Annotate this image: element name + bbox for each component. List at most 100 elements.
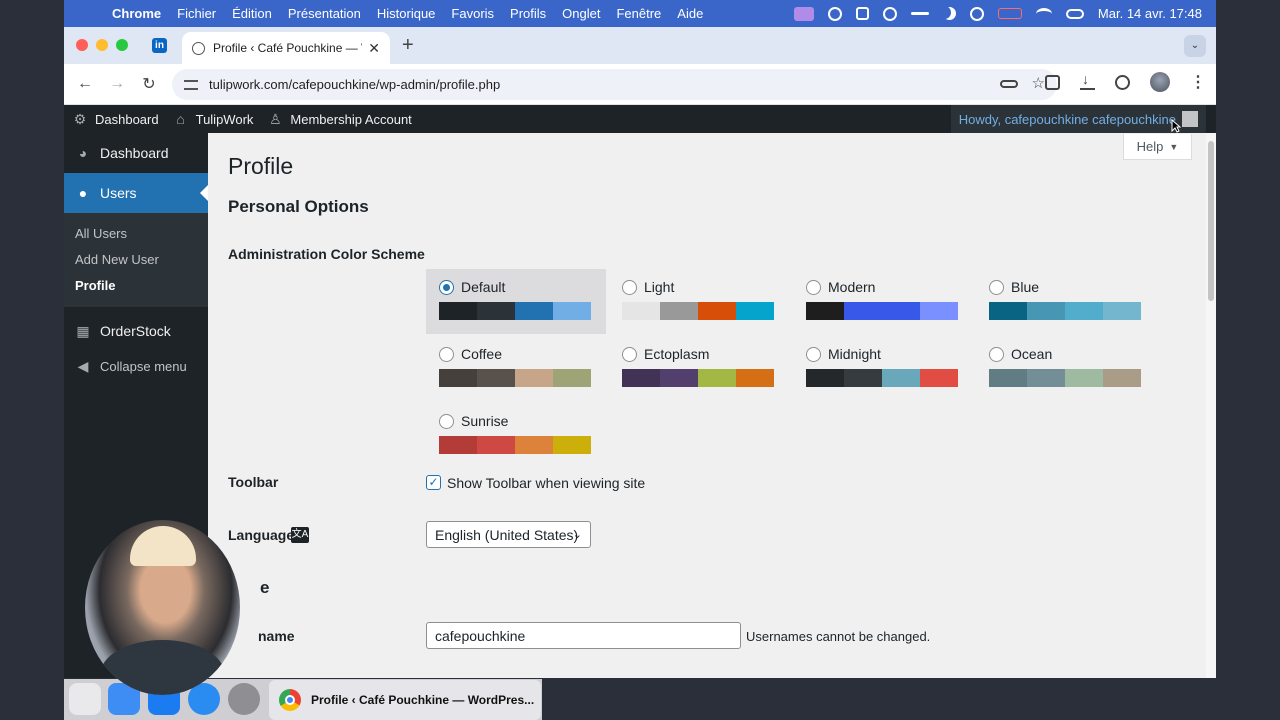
collapse-menu-button[interactable]: ◀ Collapse menu — [64, 351, 208, 381]
profile-avatar[interactable] — [1150, 72, 1170, 92]
color-scheme-option[interactable]: Midnight — [793, 336, 973, 401]
color-scheme-radio[interactable] — [622, 346, 637, 362]
scrollbar-thumb[interactable] — [1208, 141, 1214, 301]
submenu-profile[interactable]: Profile — [64, 273, 208, 299]
admin-bar-membership[interactable]: ♙ Membership Account — [267, 111, 412, 127]
menu-item-onglet[interactable]: Onglet — [562, 6, 600, 21]
back-button[interactable]: ← — [72, 75, 98, 93]
color-swatch — [553, 369, 591, 387]
menu-item-edition[interactable]: Édition — [232, 6, 272, 21]
color-swatch — [806, 369, 844, 387]
color-swatch — [1065, 302, 1103, 320]
battery-icon[interactable] — [997, 8, 1022, 19]
menu-item-historique[interactable]: Historique — [377, 6, 436, 21]
gear-status-icon[interactable] — [882, 6, 897, 21]
menu-item-fenetre[interactable]: Fenêtre — [616, 6, 661, 21]
submenu-all-users[interactable]: All Users — [64, 221, 208, 247]
dock-chrome-window[interactable]: Profile ‹ Café Pouchkine — WordPres... — [269, 680, 541, 720]
menu-item-profils[interactable]: Profils — [510, 6, 546, 21]
color-swatches — [622, 302, 776, 320]
linkedin-tab-icon[interactable]: in — [152, 38, 167, 53]
color-scheme-radio[interactable] — [439, 413, 454, 429]
address-bar[interactable]: tulipwork.com/cafepouchkine/wp-admin/pro… — [172, 69, 1057, 100]
url-text[interactable]: tulipwork.com/cafepouchkine/wp-admin/pro… — [209, 77, 1057, 92]
control-center-icon[interactable] — [1065, 8, 1084, 19]
color-scheme-label: Midnight — [828, 346, 881, 362]
bookmark-star-icon[interactable]: ☆ — [1032, 76, 1045, 91]
help-button[interactable]: Help ▼ — [1123, 134, 1192, 160]
color-scheme-radio[interactable] — [439, 279, 454, 295]
browser-toolbar: ← → ↻ tulipwork.com/cafepouchkine/wp-adm… — [64, 64, 1216, 105]
extensions-icon[interactable] — [1045, 74, 1060, 90]
webcam-shirt — [100, 640, 225, 695]
username-field[interactable]: cafepouchkine — [426, 622, 741, 649]
admin-bar-site[interactable]: ⌂ TulipWork — [173, 111, 253, 127]
color-swatch — [989, 302, 1027, 320]
sidebar-item-orderstock[interactable]: ▦ OrderStock — [64, 311, 208, 351]
show-toolbar-checkbox[interactable]: ✓ — [426, 475, 441, 490]
active-tab[interactable]: Profile ‹ Café Pouchkine — W ✕ — [182, 32, 390, 64]
menu-item-presentation[interactable]: Présentation — [288, 6, 361, 21]
color-scheme-option[interactable]: Coffee — [426, 336, 606, 401]
close-window-button[interactable] — [76, 39, 88, 51]
performance-icon[interactable] — [1115, 74, 1130, 90]
launchpad-icon[interactable] — [69, 683, 101, 715]
menu-app-chrome[interactable]: Chrome — [112, 6, 161, 21]
color-scheme-radio[interactable] — [989, 346, 1004, 362]
sidebar-item-users[interactable]: ● Users — [64, 173, 208, 213]
color-swatch — [660, 369, 698, 387]
focus-moon-icon[interactable] — [943, 7, 956, 20]
sidebar-item-label: Dashboard — [100, 145, 169, 161]
color-swatch — [1103, 302, 1141, 320]
menu-item-fichier[interactable]: Fichier — [177, 6, 216, 21]
download-icon[interactable] — [1080, 71, 1095, 90]
wifi-icon[interactable] — [1035, 7, 1052, 20]
menu-item-aide[interactable]: Aide — [677, 6, 703, 21]
color-scheme-radio[interactable] — [806, 279, 821, 295]
clock[interactable]: Mar. 14 avr. 17:48 — [1098, 6, 1202, 21]
reload-button[interactable]: ↻ — [136, 74, 162, 94]
collapse-menu-label: Collapse menu — [100, 358, 187, 374]
globe-icon — [192, 41, 205, 55]
tab-title: Profile ‹ Café Pouchkine — W — [213, 41, 363, 55]
page-scrollbar[interactable] — [1206, 133, 1216, 678]
menu-item-favoris[interactable]: Favoris — [451, 6, 494, 21]
new-tab-button[interactable]: + — [402, 34, 414, 57]
color-scheme-option[interactable]: Modern — [793, 269, 973, 334]
minimize-window-button[interactable] — [96, 39, 108, 51]
admin-bar-dashboard[interactable]: ⚙ Dashboard — [72, 111, 159, 127]
forward-button[interactable]: → — [104, 75, 130, 93]
color-swatch — [1027, 369, 1065, 387]
fullscreen-window-button[interactable] — [116, 39, 128, 51]
screen-record-icon[interactable] — [793, 6, 814, 21]
system-settings-icon[interactable] — [228, 683, 260, 715]
dropbox-icon[interactable] — [855, 7, 869, 20]
color-scheme-option[interactable]: Blue — [976, 269, 1156, 334]
close-tab-icon[interactable]: ✕ — [368, 40, 380, 57]
language-select[interactable]: English (United States) ⌄ — [426, 521, 591, 548]
color-scheme-radio[interactable] — [806, 346, 821, 362]
color-scheme-radio[interactable] — [622, 279, 637, 295]
status-app-icon[interactable] — [827, 6, 842, 21]
color-scheme-option[interactable]: Ectoplasm — [609, 336, 789, 401]
color-scheme-radio[interactable] — [989, 279, 1004, 295]
admin-bar-account[interactable]: Howdy, cafepouchkine cafepouchkine — [950, 105, 1206, 133]
color-scheme-name: Blue — [989, 279, 1143, 295]
sidebar-item-dashboard[interactable]: ◕ Dashboard — [64, 133, 208, 173]
submenu-add-new-user[interactable]: Add New User — [64, 247, 208, 273]
tab-search-button[interactable]: ⌄ — [1184, 35, 1206, 57]
color-scheme-label: Light — [644, 279, 675, 295]
color-scheme-option[interactable]: Sunrise — [426, 403, 606, 468]
username-label: name — [258, 628, 295, 644]
color-scheme-option[interactable]: Light — [609, 269, 789, 334]
color-scheme-option[interactable]: Ocean — [976, 336, 1156, 401]
menu-extra-icon[interactable] — [910, 12, 929, 15]
color-scheme-label: Administration Color Scheme — [228, 246, 425, 262]
site-info-icon[interactable] — [184, 79, 198, 90]
color-swatches — [989, 302, 1143, 320]
password-key-icon[interactable] — [999, 80, 1018, 88]
color-scheme-radio[interactable] — [439, 346, 454, 362]
chrome-menu-icon[interactable]: ⋮ — [1190, 72, 1206, 92]
user-switch-icon[interactable] — [969, 6, 984, 21]
color-scheme-option[interactable]: Default — [426, 269, 606, 334]
